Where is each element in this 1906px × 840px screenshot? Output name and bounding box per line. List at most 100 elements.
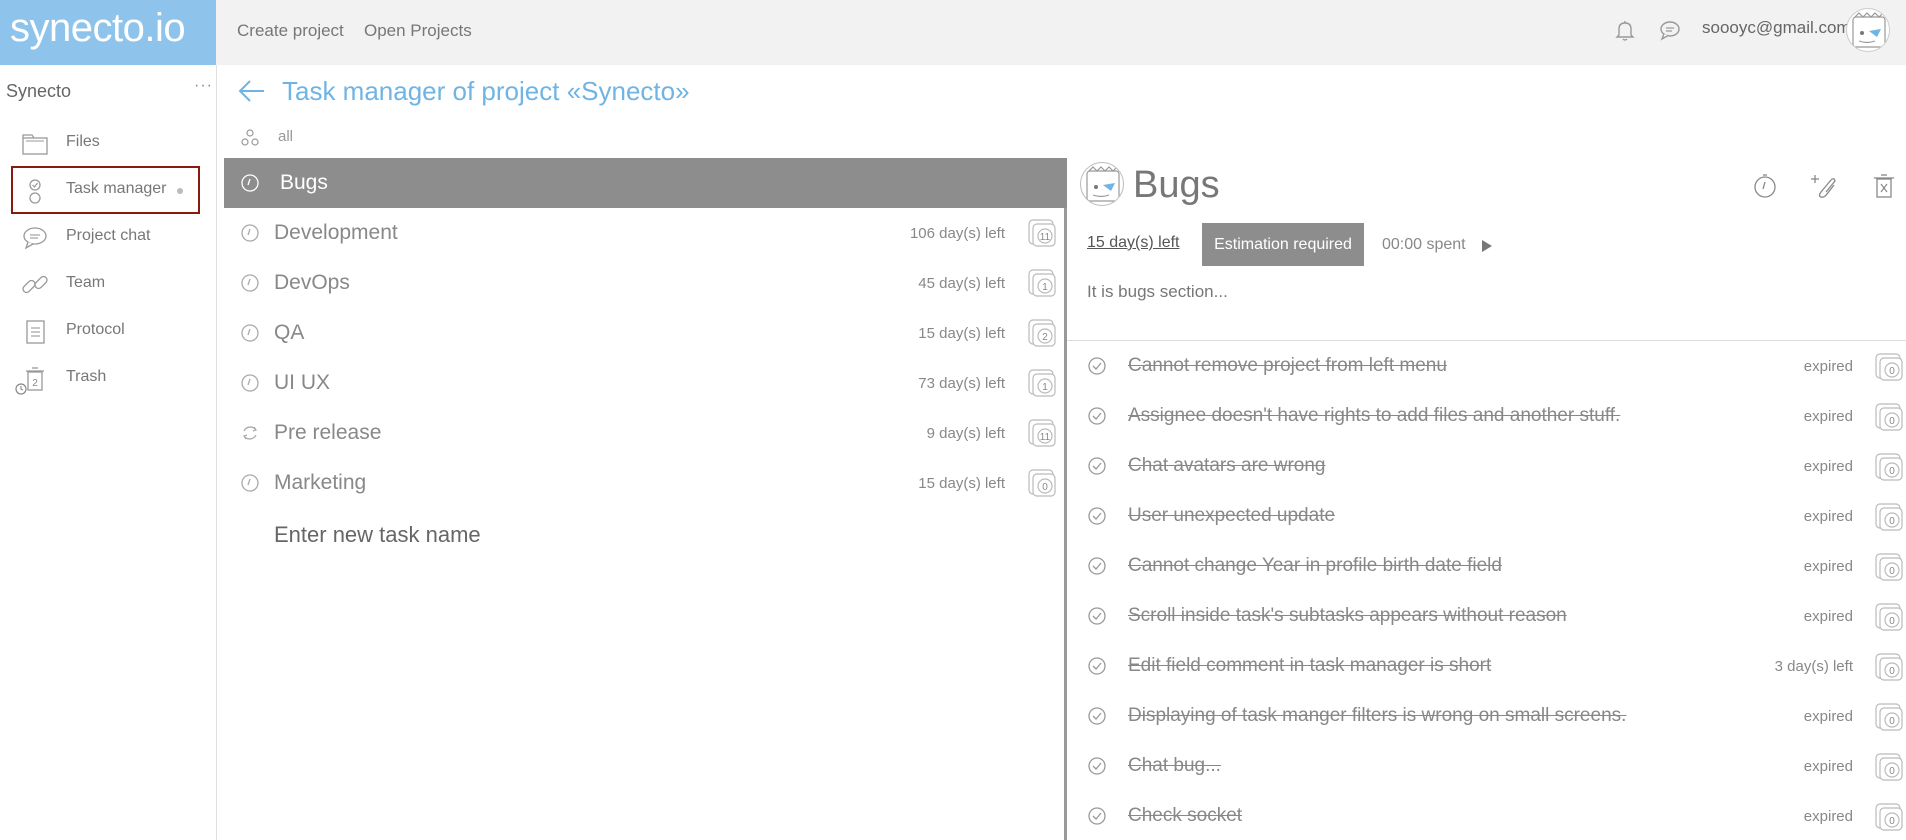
logo[interactable]: synecto.io (0, 0, 216, 65)
create-project-link[interactable]: Create project (237, 21, 344, 41)
subtasks-count-icon[interactable]: 0 (1874, 702, 1904, 732)
document-icon (26, 320, 45, 344)
sidebar-item-files[interactable]: Files (11, 119, 200, 167)
check-circle-icon[interactable] (1087, 656, 1107, 676)
task-detail-title: Bugs (1133, 164, 1220, 206)
subtask-count: 0 (1889, 366, 1895, 377)
timer-icon[interactable] (1751, 172, 1779, 200)
subtask-row[interactable]: Cannot remove project from left menu exp… (1067, 342, 1906, 392)
subtask-name: Edit field comment in task manager is sh… (1128, 655, 1492, 676)
sidebar-item-label: Project chat (66, 227, 151, 244)
task-name: Pre release (274, 421, 382, 444)
estimation-button[interactable]: Estimation required (1202, 223, 1364, 266)
avatar-illustration-icon (1852, 11, 1886, 48)
user-email[interactable]: soooyc@gmail.com (1702, 18, 1851, 38)
subtasks-count-icon[interactable]: 0 (1874, 602, 1904, 632)
subtasks-count-icon[interactable]: 0 (1874, 652, 1904, 682)
task-days-left: 9 day(s) left (926, 425, 1005, 442)
task-row[interactable]: UI UX 73 day(s) left 1 (224, 358, 1067, 408)
open-projects-link[interactable]: Open Projects (364, 21, 472, 41)
subtask-name: Chat avatars are wrong (1128, 455, 1326, 476)
subtasks-count-icon[interactable]: 0 (1874, 452, 1904, 482)
check-circle-icon[interactable] (1087, 606, 1107, 626)
task-detail-panel: Bugs 15 day(s) left Estimation required … (1067, 158, 1906, 840)
task-row[interactable]: DevOps 45 day(s) left 1 (224, 258, 1067, 308)
back-arrow-icon[interactable] (237, 78, 267, 104)
subtask-row[interactable]: Check socket expired 0 (1067, 792, 1906, 840)
task-avatar (1080, 162, 1124, 206)
subtask-status: expired (1803, 708, 1853, 725)
check-circle-icon[interactable] (1087, 406, 1107, 426)
subtasks-count-icon[interactable]: 0 (1874, 352, 1904, 382)
delete-task-icon[interactable] (1870, 172, 1898, 200)
subtasks-count-icon[interactable]: 0 (1874, 752, 1904, 782)
sidebar: Synecto ··· Files Task manager Project c… (0, 65, 217, 840)
project-name: Synecto (6, 81, 72, 101)
subtask-row[interactable]: Chat avatars are wrong expired 0 (1067, 442, 1906, 492)
check-circle-icon[interactable] (1087, 356, 1107, 376)
subtasks-count-icon[interactable]: 1 (1027, 368, 1057, 398)
add-attachment-icon[interactable] (1809, 172, 1837, 200)
subtask-count: 0 (1889, 466, 1895, 477)
sidebar-item-protocol[interactable]: Protocol (11, 307, 200, 355)
subtask-count: 0 (1889, 666, 1895, 677)
subtask-row[interactable]: Displaying of task manger filters is wro… (1067, 692, 1906, 742)
top-bar: synecto.io Create project Open Projects … (0, 0, 1906, 65)
subtask-status: expired (1803, 558, 1853, 575)
subtask-row[interactable]: Cannot change Year in profile birth date… (1067, 542, 1906, 592)
messages-icon[interactable] (1658, 18, 1682, 42)
task-row[interactable]: QA 15 day(s) left 2 (224, 308, 1067, 358)
subtask-row[interactable]: Chat bug... expired 0 (1067, 742, 1906, 792)
subtask-count: 11 (1040, 232, 1051, 243)
subtasks-count-icon[interactable]: 11 (1027, 218, 1057, 248)
check-circle-icon[interactable] (1087, 556, 1107, 576)
subtask-count: 0 (1889, 566, 1895, 577)
divider (1067, 340, 1906, 341)
user-avatar[interactable] (1846, 8, 1890, 52)
task-row[interactable]: Pre release 9 day(s) left 11 (224, 408, 1067, 458)
task-deadline[interactable]: 15 day(s) left (1087, 234, 1179, 252)
task-row[interactable]: Bugs (224, 158, 1067, 208)
subtask-count: 0 (1889, 416, 1895, 427)
subtask-count: 0 (1889, 816, 1895, 827)
subtasks-count-icon[interactable]: 0 (1874, 552, 1904, 582)
sidebar-item-team[interactable]: Team (11, 260, 200, 308)
subtasks-count-icon[interactable]: 0 (1874, 802, 1904, 832)
sidebar-item-label: Protocol (66, 321, 125, 338)
subtasks-count-icon[interactable]: 1 (1027, 268, 1057, 298)
task-name: Bugs (280, 171, 328, 194)
check-circle-icon[interactable] (1087, 506, 1107, 526)
subtask-row[interactable]: User unexpected update expired 0 (1067, 492, 1906, 542)
sidebar-item-project-chat[interactable]: Project chat (11, 213, 200, 261)
sidebar-item-trash[interactable]: 2 Trash (11, 354, 200, 402)
filter-all[interactable]: all (278, 128, 293, 145)
subtasks-count-icon[interactable]: 11 (1027, 418, 1057, 448)
app-root: synecto.io Create project Open Projects … (0, 0, 1906, 840)
group-filter-icon[interactable] (240, 128, 260, 148)
check-circle-icon[interactable] (1087, 706, 1107, 726)
task-row[interactable]: Development 106 day(s) left 11 (224, 208, 1067, 258)
subtasks-count-icon[interactable]: 0 (1874, 402, 1904, 432)
task-description[interactable]: It is bugs section... (1087, 282, 1228, 302)
play-icon[interactable] (1480, 238, 1494, 254)
subtask-row[interactable]: Scroll inside task's subtasks appears wi… (1067, 592, 1906, 642)
task-days-left: 15 day(s) left (918, 325, 1005, 342)
subtasks-count-icon[interactable]: 0 (1027, 468, 1057, 498)
task-row[interactable]: Marketing 15 day(s) left 0 (224, 458, 1067, 508)
check-circle-icon[interactable] (1087, 756, 1107, 776)
subtasks-count-icon[interactable]: 0 (1874, 502, 1904, 532)
task-name: DevOps (274, 271, 350, 294)
subtask-name: Cannot change Year in profile birth date… (1128, 555, 1502, 576)
sidebar-item-task-manager[interactable]: Task manager (11, 166, 200, 214)
subtask-row[interactable]: Edit field comment in task manager is sh… (1067, 642, 1906, 692)
new-task-input[interactable]: Enter new task name (274, 522, 481, 548)
subtask-row[interactable]: Assignee doesn't have rights to add file… (1067, 392, 1906, 442)
check-circle-icon[interactable] (1087, 806, 1107, 826)
subtasks-count-icon[interactable]: 2 (1027, 318, 1057, 348)
check-circle-icon[interactable] (1087, 456, 1107, 476)
project-more-button[interactable]: ··· (194, 77, 213, 95)
subtask-status: expired (1803, 408, 1853, 425)
task-name: Marketing (274, 471, 367, 494)
subtask-status: expired (1803, 358, 1853, 375)
bell-icon[interactable] (1613, 18, 1637, 42)
